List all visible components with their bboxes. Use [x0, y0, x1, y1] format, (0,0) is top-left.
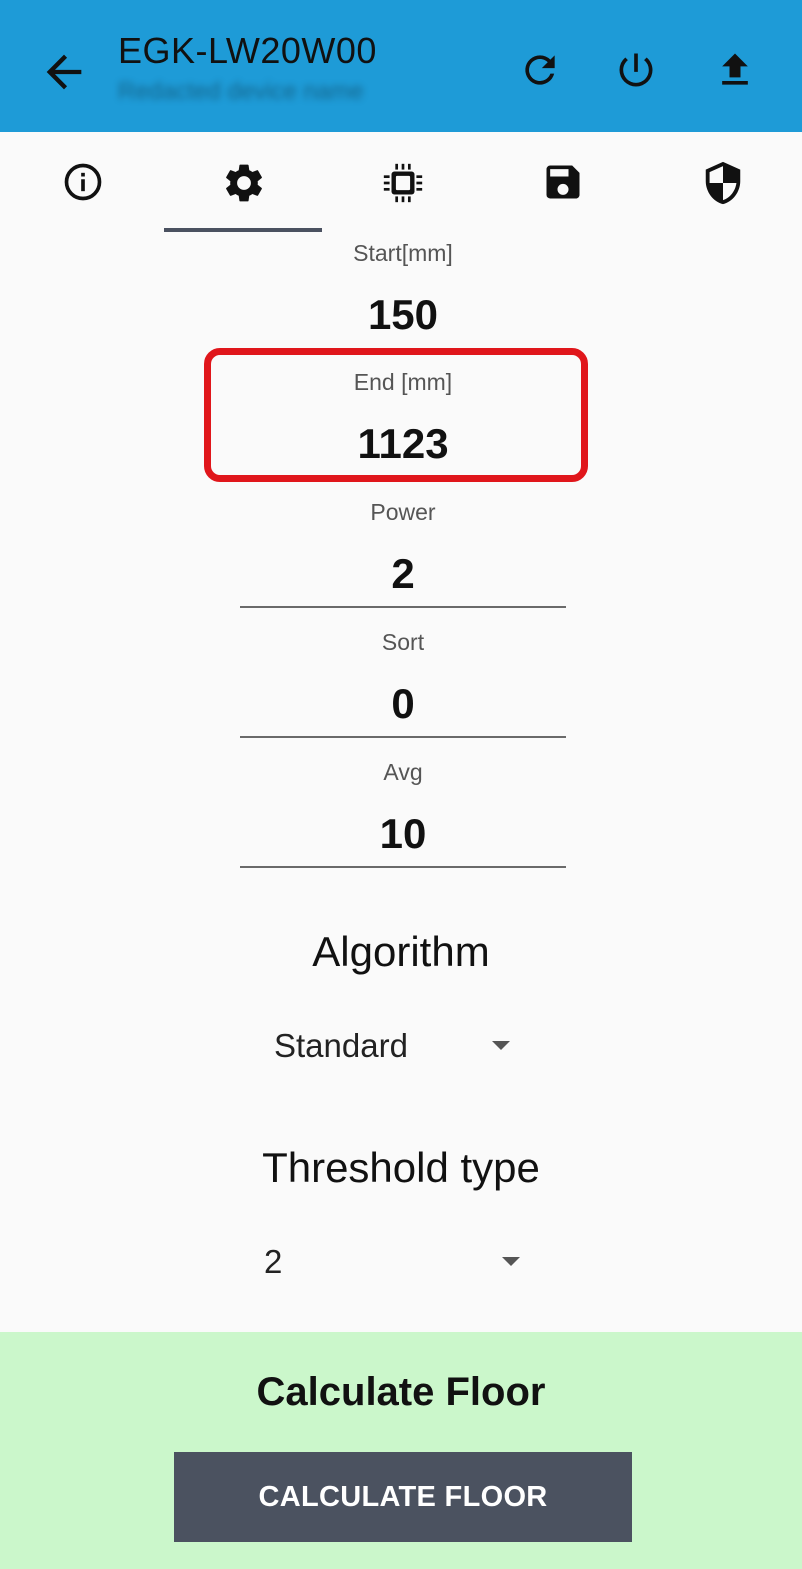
save-icon: [546, 165, 580, 199]
threshold-dropdown[interactable]: 2: [264, 1243, 534, 1287]
calculate-panel: Calculate Floor CALCULATE FLOOR: [0, 1332, 802, 1569]
calculate-heading: Calculate Floor: [256, 1370, 546, 1414]
power-icon[interactable]: [614, 48, 658, 92]
avg-field[interactable]: Avg 10: [240, 759, 566, 869]
start-value[interactable]: 150: [240, 291, 566, 339]
tab-bar: [0, 132, 802, 232]
algorithm-title: Algorithm: [312, 928, 490, 975]
tab-security[interactable]: [643, 160, 802, 220]
refresh-icon[interactable]: [518, 48, 562, 92]
tab-settings[interactable]: [164, 160, 324, 220]
avg-underline: [240, 866, 566, 868]
end-label: End [mm]: [353, 369, 453, 395]
algorithm-selected: Standard: [274, 1027, 408, 1064]
chevron-down-icon: [492, 1041, 510, 1050]
info-icon: [64, 163, 102, 201]
tab-info[interactable]: [3, 160, 163, 220]
chevron-down-icon: [502, 1257, 520, 1266]
end-value[interactable]: 1123: [240, 420, 566, 468]
sort-field[interactable]: Sort 0: [240, 629, 566, 739]
sort-value[interactable]: 0: [240, 680, 566, 728]
tab-save[interactable]: [483, 160, 643, 220]
tab-hardware[interactable]: [323, 160, 483, 220]
shield-icon: [705, 161, 741, 205]
back-arrow-icon[interactable]: [38, 46, 90, 98]
algorithm-dropdown[interactable]: Standard: [274, 1027, 524, 1071]
power-label: Power: [370, 499, 436, 525]
device-subtitle: Redacted device name: [118, 78, 364, 105]
end-field[interactable]: End [mm] 1123: [240, 369, 566, 468]
start-label: Start[mm]: [353, 240, 453, 266]
avg-label: Avg: [383, 759, 423, 785]
avg-value[interactable]: 10: [240, 810, 566, 858]
calculate-floor-button[interactable]: CALCULATE FLOOR: [174, 1452, 632, 1542]
gear-icon: [226, 164, 262, 202]
power-underline: [240, 606, 566, 608]
power-value[interactable]: 2: [240, 550, 566, 598]
threshold-selected: 2: [264, 1243, 283, 1280]
sort-label: Sort: [381, 629, 425, 655]
tab-indicator: [164, 228, 322, 232]
start-field[interactable]: Start[mm] 150: [240, 240, 566, 339]
sort-underline: [240, 736, 566, 738]
threshold-title: Threshold type: [262, 1144, 540, 1191]
power-field[interactable]: Power 2: [240, 499, 566, 609]
upload-icon[interactable]: [713, 48, 757, 92]
app-bar: EGK-LW20W00 Redacted device name: [0, 0, 802, 132]
device-title: EGK-LW20W00: [118, 30, 377, 71]
chip-icon: [383, 163, 423, 203]
